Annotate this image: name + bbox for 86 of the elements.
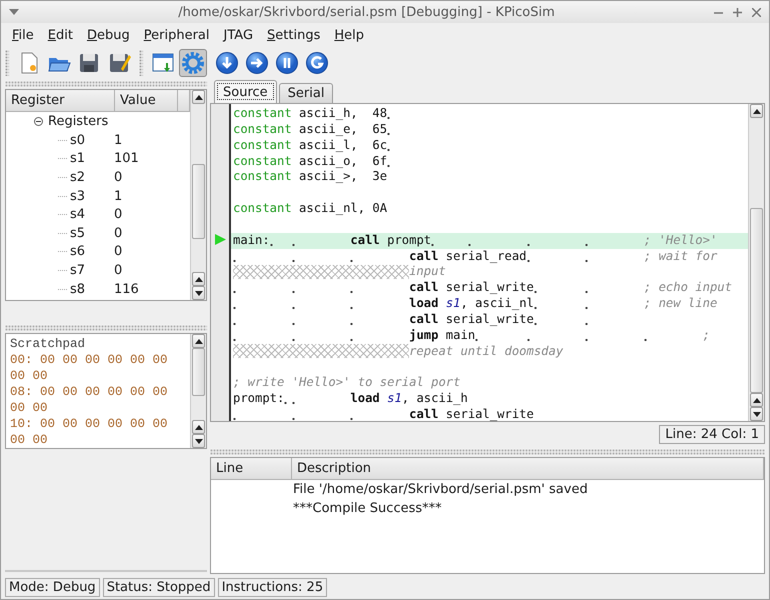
scroll-down-icon[interactable]: [194, 438, 202, 444]
code-line: call serial_write: [231, 407, 748, 421]
toolbar-button[interactable]: [213, 49, 241, 77]
register-value: 0: [114, 226, 124, 241]
tree-item[interactable]: Registers: [48, 114, 108, 129]
code-line: prompt: load s1, ascii_h: [232, 391, 469, 408]
gear-icon: [181, 51, 205, 75]
menu-item[interactable]: Edit: [40, 28, 80, 42]
toolbar-button[interactable]: [273, 49, 301, 77]
message-text: ***Compile Success***: [292, 501, 442, 516]
code-line: constant ascii_nl, 0A: [232, 201, 388, 217]
scroll-down-icon[interactable]: [194, 290, 202, 296]
scratchpad-line: 00: 00 00 00 00 00 00 00 00: [10, 352, 169, 384]
scroll-up-icon[interactable]: [194, 276, 202, 282]
scroll-down-icon[interactable]: [752, 412, 760, 416]
status-field: Instructions: 25: [218, 578, 328, 596]
scrollbar[interactable]: [748, 104, 764, 421]
scrollbar[interactable]: [190, 90, 206, 300]
menu-item[interactable]: Settings: [260, 28, 328, 42]
scroll-up-icon[interactable]: [752, 108, 760, 114]
status-field: Mode: Debug: [5, 578, 100, 596]
scratchpad-line: 08: 00 00 00 00 00 00 00 00: [10, 384, 169, 416]
register-value: 0: [114, 207, 124, 222]
menu-item[interactable]: JTAG: [216, 28, 260, 42]
code-line: constant ascii_e, 65: [231, 122, 748, 138]
tab[interactable]: Source: [214, 80, 277, 103]
scratchpad-line: 10: 00 00 00 00 00 00 00 00: [10, 416, 169, 448]
code-line: repeat until doomsday: [231, 344, 748, 360]
register-value: 101: [114, 151, 140, 166]
close-icon[interactable]: [752, 8, 761, 16]
code-line: ; write 'Hello>' to serial port: [232, 375, 462, 392]
column-header[interactable]: Register: [6, 90, 115, 111]
scroll-up-icon[interactable]: [194, 424, 202, 430]
register-name: s8: [70, 282, 86, 297]
tab[interactable]: Serial: [278, 83, 334, 103]
register-name: s5: [70, 226, 86, 241]
menu-item[interactable]: Help: [327, 28, 372, 42]
maximize-icon[interactable]: [733, 8, 742, 16]
code-line: jump main ;: [231, 328, 748, 344]
toolbar-button[interactable]: [303, 49, 331, 77]
message-text: File '/home/oskar/Skrivbord/serial.psm' saved: [292, 482, 588, 497]
play-arrow-icon: [214, 234, 226, 246]
register-value: 1: [114, 188, 124, 204]
window-title: /home/oskar/Skrivbord/serial.psm [Debugging] - KPicoSim: [177, 4, 556, 20]
scratchpad-title: Scratchpad: [10, 336, 86, 352]
register-value: 1: [114, 132, 124, 148]
code-line: load s1, ascii_nl ; new line: [231, 296, 748, 312]
pause-icon: [275, 51, 299, 75]
menu-item[interactable]: Peripheral: [136, 28, 216, 42]
scroll-up-icon[interactable]: [194, 338, 202, 344]
code-editor[interactable]: [210, 103, 765, 422]
code-line: constant ascii_o, 6f: [231, 154, 748, 170]
register-name: s7: [70, 262, 86, 278]
register-name: s1: [70, 151, 86, 166]
status-field: Status: Stopped: [102, 578, 215, 596]
column-header[interactable]: Line: [211, 458, 292, 479]
register-name: s0: [70, 132, 86, 148]
register-value: 0: [114, 170, 124, 185]
register-name: s3: [70, 188, 86, 204]
column-header[interactable]: Value: [115, 90, 178, 111]
column-header[interactable]: Description: [292, 458, 764, 479]
register-name: s2: [70, 170, 86, 185]
save-as-icon: [107, 51, 131, 75]
menu-item[interactable]: Debug: [80, 28, 137, 42]
register-value: 0: [114, 244, 124, 260]
register-name: s6: [70, 244, 86, 260]
scrollbar[interactable]: [190, 334, 206, 448]
collapse-icon[interactable]: [34, 117, 43, 126]
code-line: input: [231, 264, 748, 280]
code-line: call serial_write: [231, 312, 748, 328]
register-value: 0: [114, 262, 124, 278]
save-icon: [77, 51, 101, 75]
register-value: 116: [114, 282, 140, 297]
window-menu-icon[interactable]: [9, 9, 19, 15]
code-line: constant ascii_h, 48: [231, 106, 748, 122]
scroll-up-icon[interactable]: [752, 398, 760, 402]
register-name: s4: [70, 207, 86, 222]
reset-icon: [305, 51, 329, 75]
toolbar-button[interactable]: [243, 49, 271, 77]
menu-item[interactable]: File: [5, 28, 41, 42]
scroll-up-icon[interactable]: [194, 94, 202, 100]
code-line: call serial_read ; wait for: [231, 248, 748, 264]
code-line: constant ascii_>, 3e: [232, 169, 388, 186]
code-line: constant ascii_l, 6c: [231, 138, 748, 154]
code-line: call serial_write ; echo input: [231, 280, 748, 296]
cursor-position: Line: 24 Col: 1: [659, 425, 765, 444]
